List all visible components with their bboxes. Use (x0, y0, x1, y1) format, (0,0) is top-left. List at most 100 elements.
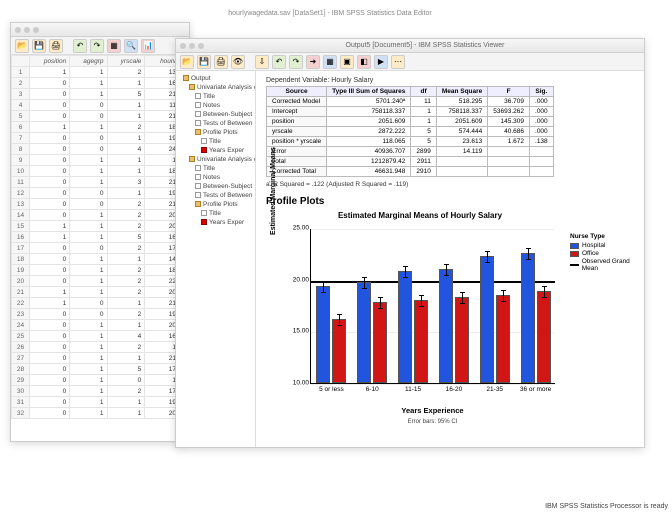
cell[interactable]: 1 (107, 78, 145, 89)
row-number[interactable]: 19 (12, 265, 30, 276)
row-number[interactable]: 30 (12, 386, 30, 397)
redo-icon[interactable]: ↷ (289, 55, 303, 69)
cell[interactable]: 1 (30, 67, 70, 78)
row-number[interactable]: 22 (12, 298, 30, 309)
cell[interactable]: 1 (70, 397, 107, 408)
cell[interactable]: 1 (70, 320, 107, 331)
cell[interactable]: 0 (107, 375, 145, 386)
cell[interactable]: 1 (107, 298, 145, 309)
tree-node[interactable]: Title (197, 209, 252, 218)
cell[interactable]: 0 (30, 188, 70, 199)
cell[interactable]: 1 (107, 100, 145, 111)
undo-icon[interactable]: ↶ (73, 39, 87, 53)
cell[interactable]: 1 (30, 122, 70, 133)
row-number[interactable]: 26 (12, 342, 30, 353)
row-number[interactable]: 20 (12, 276, 30, 287)
cell[interactable]: 2 (107, 243, 145, 254)
cell[interactable]: 1 (70, 342, 107, 353)
cell[interactable]: 0 (30, 397, 70, 408)
row-number[interactable]: 18 (12, 254, 30, 265)
cell[interactable]: 1 (70, 276, 107, 287)
more-icon[interactable]: ⋯ (391, 55, 405, 69)
cell[interactable]: 0 (70, 309, 107, 320)
col-header[interactable]: agegrp (70, 56, 107, 67)
cell[interactable]: 5 (107, 89, 145, 100)
tree-node[interactable]: Tests of Between (191, 191, 252, 200)
cell[interactable]: 2 (107, 342, 145, 353)
tree-node[interactable]: Profile Plots (191, 200, 252, 209)
cell[interactable]: 1 (30, 287, 70, 298)
tree-node[interactable]: Output (179, 74, 252, 83)
export-icon[interactable]: ⇩ (255, 55, 269, 69)
select-last-icon[interactable]: ▣ (340, 55, 354, 69)
cell[interactable]: 0 (30, 155, 70, 166)
cell[interactable]: 1 (30, 298, 70, 309)
cell[interactable]: 0 (30, 353, 70, 364)
cell[interactable]: 1 (70, 232, 107, 243)
cell[interactable]: 0 (30, 133, 70, 144)
cell[interactable]: 2 (107, 210, 145, 221)
cell[interactable]: 2 (107, 221, 145, 232)
cell[interactable]: 1 (107, 408, 145, 419)
tree-node[interactable]: Univariate Analysis of (185, 83, 252, 92)
cell[interactable]: 1 (70, 89, 107, 100)
row-number[interactable]: 27 (12, 353, 30, 364)
cell[interactable]: 0 (30, 111, 70, 122)
preview-icon[interactable]: 👁 (231, 55, 245, 69)
save-icon[interactable]: 💾 (197, 55, 211, 69)
undo-icon[interactable]: ↶ (272, 55, 286, 69)
cell[interactable]: 1 (107, 111, 145, 122)
outline-tree[interactable]: OutputUnivariate Analysis ofTitleNotesBe… (176, 71, 256, 447)
cell[interactable]: 1 (70, 265, 107, 276)
cell[interactable]: 2 (107, 276, 145, 287)
row-number[interactable]: 6 (12, 122, 30, 133)
cell[interactable]: 1 (70, 287, 107, 298)
find-icon[interactable]: 🔍 (124, 39, 138, 53)
cell[interactable]: 1 (107, 133, 145, 144)
row-number[interactable]: 11 (12, 177, 30, 188)
cell[interactable]: 0 (70, 243, 107, 254)
tree-node[interactable]: Tests of Between (191, 119, 252, 128)
goto-data-icon[interactable]: ▦ (323, 55, 337, 69)
cell[interactable]: 4 (107, 331, 145, 342)
cell[interactable]: 0 (30, 342, 70, 353)
cell[interactable]: 1 (70, 155, 107, 166)
redo-icon[interactable]: ↷ (90, 39, 104, 53)
cell[interactable]: 2 (107, 287, 145, 298)
tree-node[interactable]: Notes (191, 173, 252, 182)
cell[interactable]: 2 (107, 309, 145, 320)
cell[interactable]: 0 (70, 133, 107, 144)
cell[interactable]: 0 (30, 408, 70, 419)
row-number[interactable]: 9 (12, 155, 30, 166)
cell[interactable]: 0 (30, 276, 70, 287)
row-number[interactable]: 2 (12, 78, 30, 89)
cell[interactable]: 0 (30, 309, 70, 320)
cell[interactable]: 2 (107, 265, 145, 276)
cell[interactable]: 1 (70, 353, 107, 364)
cell[interactable]: 0 (30, 199, 70, 210)
col-header[interactable]: position (30, 56, 70, 67)
cell[interactable]: 5 (107, 364, 145, 375)
designate-icon[interactable]: ◧ (357, 55, 371, 69)
cell[interactable]: 0 (30, 386, 70, 397)
cell[interactable]: 0 (30, 166, 70, 177)
tree-node[interactable]: Profile Plots (191, 128, 252, 137)
cell[interactable]: 1 (30, 232, 70, 243)
row-number[interactable]: 4 (12, 100, 30, 111)
cell[interactable]: 0 (30, 375, 70, 386)
cell[interactable]: 0 (30, 177, 70, 188)
cell[interactable]: 0 (70, 100, 107, 111)
cell[interactable]: 1 (70, 408, 107, 419)
cell[interactable]: 0 (70, 111, 107, 122)
cell[interactable]: 2 (107, 122, 145, 133)
cell[interactable]: 0 (30, 144, 70, 155)
cell[interactable]: 1 (70, 166, 107, 177)
tree-node[interactable]: Between-Subject (191, 110, 252, 119)
chart-icon[interactable]: 📊 (141, 39, 155, 53)
cell[interactable]: 0 (30, 210, 70, 221)
output-content[interactable]: Dependent Variable: Hourly Salary Source… (256, 71, 644, 447)
row-number[interactable]: 10 (12, 166, 30, 177)
row-number[interactable]: 12 (12, 188, 30, 199)
run-icon[interactable]: ▶ (374, 55, 388, 69)
tree-node[interactable]: Title (191, 92, 252, 101)
